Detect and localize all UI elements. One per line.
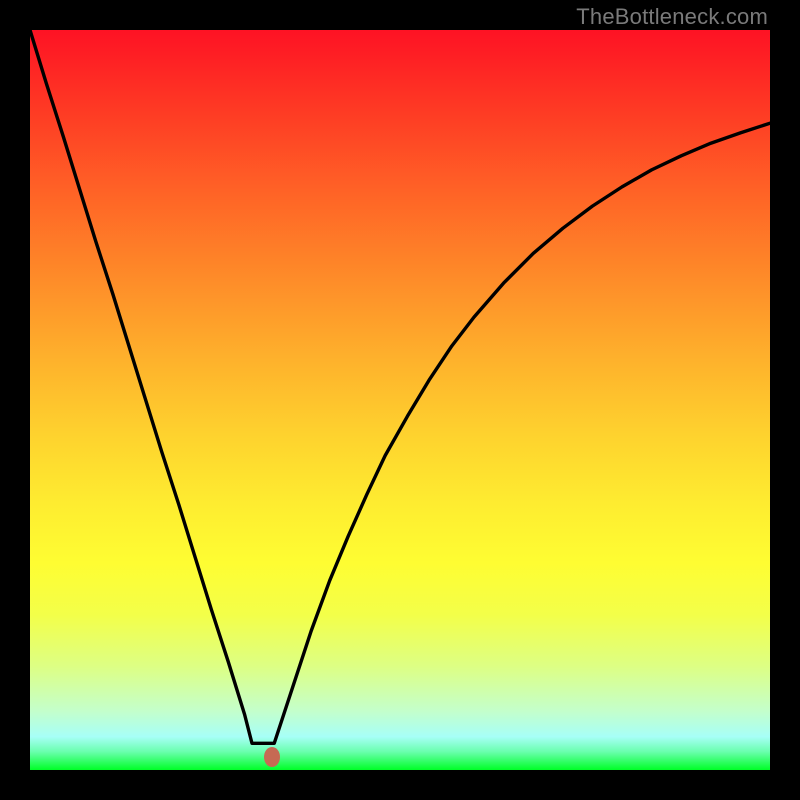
plot-area xyxy=(30,30,770,770)
curve-svg xyxy=(30,30,770,770)
chart-outer-frame: TheBottleneck.com xyxy=(0,0,800,800)
optimum-marker-dot xyxy=(264,747,280,767)
watermark-text: TheBottleneck.com xyxy=(576,4,768,30)
bottleneck-curve xyxy=(30,30,770,743)
